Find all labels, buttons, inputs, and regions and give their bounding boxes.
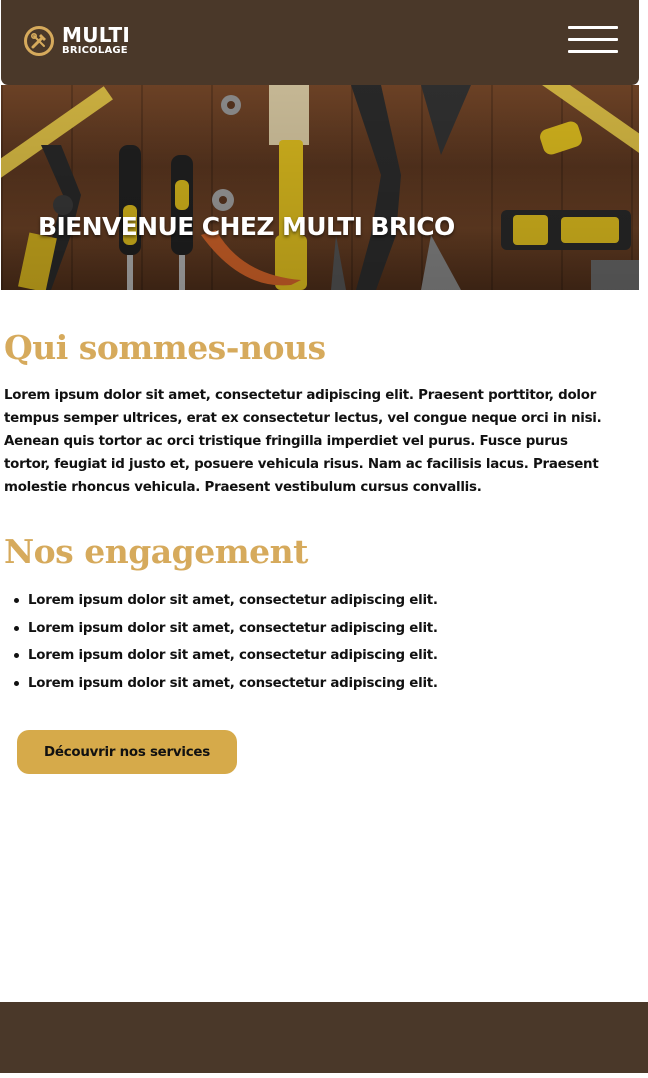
commitment-item: Lorem ipsum dolor sit amet, consectetur … bbox=[14, 615, 438, 643]
commitment-item: Lorem ipsum dolor sit amet, consectetur … bbox=[14, 587, 438, 615]
hero-title: Bienvenue chez Multi Brico bbox=[38, 212, 455, 241]
logo-wordmark: MULTI BRICOLAGE bbox=[62, 25, 130, 56]
hero-banner: Bienvenue chez Multi Brico bbox=[1, 85, 639, 290]
commitment-item: Lorem ipsum dolor sit amet, consectetur … bbox=[14, 642, 438, 670]
logo[interactable]: MULTI BRICOLAGE bbox=[24, 25, 130, 56]
hero-overlay bbox=[1, 85, 639, 290]
about-title: Qui sommes-nous bbox=[4, 328, 326, 367]
commitment-item: Lorem ipsum dolor sit amet, consectetur … bbox=[14, 670, 438, 698]
site-header: MULTI BRICOLAGE bbox=[1, 0, 639, 85]
commitments-title: Nos engagement bbox=[4, 532, 308, 571]
menu-line bbox=[568, 38, 618, 41]
menu-line bbox=[568, 50, 618, 53]
discover-services-button[interactable]: Découvrir nos services bbox=[17, 730, 237, 774]
tools-icon bbox=[24, 25, 54, 56]
logo-title: MULTI bbox=[62, 23, 131, 47]
site-footer bbox=[0, 1002, 648, 1073]
logo-subtitle: BRICOLAGE bbox=[62, 45, 128, 56]
commitments-list: Lorem ipsum dolor sit amet, consectetur … bbox=[14, 587, 438, 698]
menu-line bbox=[568, 26, 618, 29]
hamburger-menu-icon[interactable] bbox=[568, 26, 618, 54]
about-paragraph: Lorem ipsum dolor sit amet, consectetur … bbox=[4, 388, 602, 495]
